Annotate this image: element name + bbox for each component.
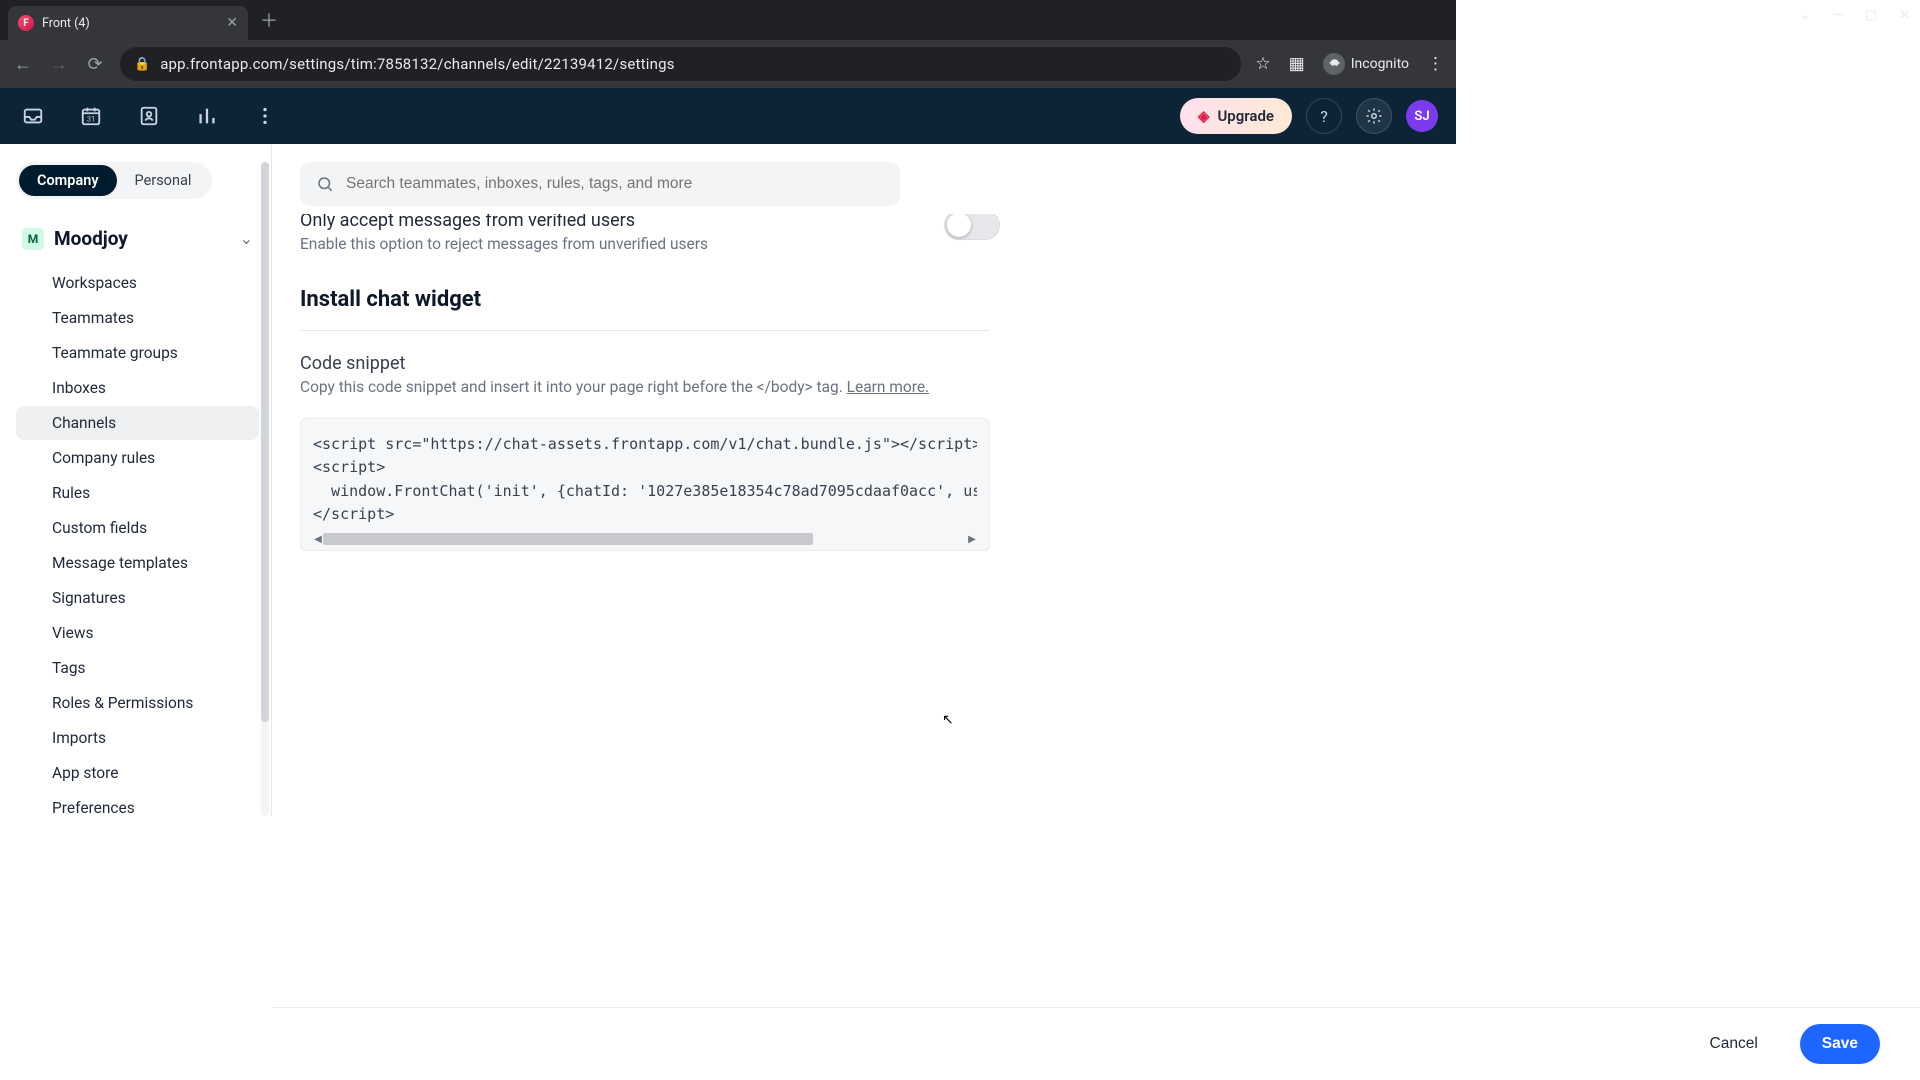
settings-button[interactable] [1356,98,1392,134]
sidebar-item-app-store[interactable]: App store [16,756,259,790]
main-panel: Only accept messages from verified users… [272,144,1456,816]
sidebar-item-inboxes[interactable]: Inboxes [16,371,259,405]
sidebar-item-rules[interactable]: Rules [16,476,259,510]
close-window-icon[interactable]: ✕ [1899,8,1910,23]
analytics-icon[interactable] [192,101,222,131]
workspace: Company Personal M Moodjoy ⌄ WorkspacesT… [0,144,1456,816]
setting-title: Only accept messages from verified users [300,214,708,231]
avatar[interactable]: SJ [1406,100,1438,132]
minimize-icon[interactable]: ― [1833,8,1843,23]
org-name: Moodjoy [54,227,230,250]
contacts-icon[interactable] [134,101,164,131]
app-top-bar: 31 ◈ Upgrade ? SJ [0,88,1456,144]
window-controls: ⌄ ― ▢ ✕ [1800,8,1910,23]
sidebar-item-tags[interactable]: Tags [16,651,259,685]
incognito-icon [1323,53,1345,75]
sidebar-item-views[interactable]: Views [16,616,259,650]
gem-icon: ◈ [1198,107,1210,125]
forward-icon[interactable]: → [48,54,70,75]
sidebar-scrollbar[interactable] [261,162,269,816]
scroll-right-icon[interactable]: ▶ [967,534,977,545]
code-scrollbar[interactable]: ◀ ▶ [313,532,977,546]
scope-tabs: Company Personal [16,162,212,199]
svg-text:31: 31 [87,115,95,124]
save-button[interactable]: Save [1800,1024,1880,1064]
sidebar-item-custom-fields[interactable]: Custom fields [16,511,259,545]
cancel-button[interactable]: Cancel [1688,1024,1780,1064]
bookmark-icon[interactable]: ☆ [1255,54,1270,74]
search-icon [316,175,334,193]
search-input[interactable] [300,162,900,206]
maximize-icon[interactable]: ▢ [1865,8,1877,23]
learn-more-link[interactable]: Learn more. [847,378,930,396]
sidebar-item-preferences[interactable]: Preferences [16,791,259,816]
nav-list: WorkspacesTeammatesTeammate groupsInboxe… [16,266,259,816]
browser-chrome: F Front (4) ✕ ＋ ⌄ ― ▢ ✕ ← → ⟳ 🔒 app.fron… [0,0,1456,88]
sidebar: Company Personal M Moodjoy ⌄ WorkspacesT… [0,144,272,816]
close-icon[interactable]: ✕ [226,15,238,31]
help-button[interactable]: ? [1306,98,1342,134]
upgrade-button[interactable]: ◈ Upgrade [1180,98,1292,134]
sidebar-item-teammate-groups[interactable]: Teammate groups [16,336,259,370]
search-field[interactable] [346,175,884,193]
lock-icon: 🔒 [134,57,150,72]
snippet-title: Code snippet [300,353,1428,374]
org-badge: M [22,228,44,250]
install-heading: Install chat widget [300,287,990,331]
tabs-overview-icon[interactable]: ⌄ [1800,8,1811,23]
new-tab-button[interactable]: ＋ [260,7,278,33]
snippet-desc: Copy this code snippet and insert it int… [300,378,1428,396]
browser-tab[interactable]: F Front (4) ✕ [8,6,248,40]
code-snippet-box[interactable]: <script src="https://chat-assets.frontap… [300,418,990,551]
verified-users-toggle[interactable] [944,214,1000,240]
inbox-icon[interactable] [18,101,48,131]
address-bar: ← → ⟳ 🔒 app.frontapp.com/settings/tim:78… [0,40,1456,88]
sidebar-item-imports[interactable]: Imports [16,721,259,755]
org-selector[interactable]: M Moodjoy ⌄ [16,221,259,256]
sidebar-item-message-templates[interactable]: Message templates [16,546,259,580]
incognito-indicator: Incognito [1323,53,1409,75]
incognito-label: Incognito [1351,56,1409,72]
sidebar-item-workspaces[interactable]: Workspaces [16,266,259,300]
sidebar-item-roles-permissions[interactable]: Roles & Permissions [16,686,259,720]
code-text: <script src="https://chat-assets.frontap… [313,433,977,526]
url-field[interactable]: 🔒 app.frontapp.com/settings/tim:7858132/… [120,47,1241,81]
verified-users-setting: Only accept messages from verified users… [300,214,1000,253]
tab-bar: F Front (4) ✕ ＋ ⌄ ― ▢ ✕ [0,0,1456,40]
sidebar-item-signatures[interactable]: Signatures [16,581,259,615]
scroll-left-icon[interactable]: ◀ [313,534,323,545]
tab-title: Front (4) [42,16,218,31]
back-icon[interactable]: ← [12,54,34,75]
setting-desc: Enable this option to reject messages fr… [300,235,708,253]
favicon-icon: F [18,15,34,31]
chevron-down-icon: ⌄ [240,229,253,248]
footer-actions: Cancel Save [272,1007,1920,1080]
sidebar-item-channels[interactable]: Channels [16,406,259,440]
tab-company[interactable]: Company [19,165,117,196]
sidebar-item-teammates[interactable]: Teammates [16,301,259,335]
upgrade-label: Upgrade [1217,107,1274,125]
reload-icon[interactable]: ⟳ [84,54,106,75]
tab-personal[interactable]: Personal [117,165,210,196]
extensions-icon[interactable]: ▦ [1289,54,1305,74]
more-icon[interactable] [250,101,280,131]
browser-menu-icon[interactable]: ⋮ [1427,54,1444,74]
sidebar-item-company-rules[interactable]: Company rules [16,441,259,475]
calendar-icon[interactable]: 31 [76,101,106,131]
url-text: app.frontapp.com/settings/tim:7858132/ch… [160,55,674,73]
